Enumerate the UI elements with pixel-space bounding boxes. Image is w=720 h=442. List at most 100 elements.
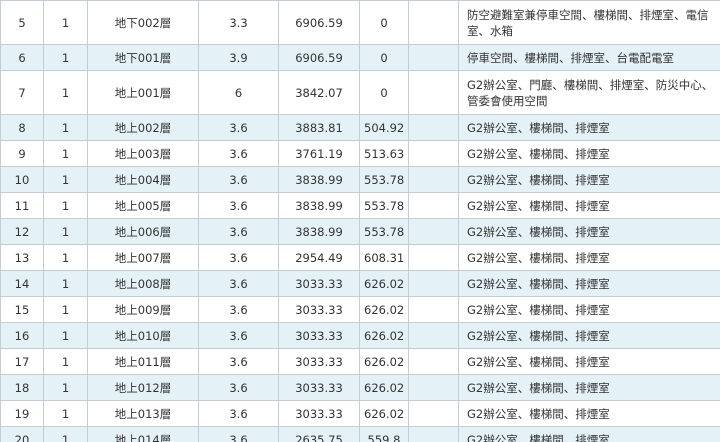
cell-floor-use: 防空避難室兼停車空間、樓梯間、排煙室、電信室、水箱 [458,0,720,45]
cell-floor-name: 地上007層 [87,244,199,271]
table-row: 11 1 地上005層 3.6 3838.99 553.78 G2辦公室、樓梯間、排煙室 [0,192,720,219]
cell-floor-number: 18 [0,374,44,401]
floor-table-viewport: 5 1 地下002層 3.3 6906.59 0 防空避難室兼停車空間、樓梯間、排煙室、電信… [0,0,720,442]
cell-extra [408,400,459,427]
cell-balcony-area: 0 [359,44,409,71]
cell-floor-name: 地上002層 [87,114,199,141]
cell-floor-name: 地上010層 [87,322,199,349]
cell-floor-height: 3.6 [198,270,279,297]
cell-floor-number: 9 [0,140,44,167]
table-row: 13 1 地上007層 3.6 2954.49 608.31 G2辦公室、樓梯間、排煙室 [0,244,720,271]
cell-balcony-area: 626.02 [359,374,409,401]
cell-building-count: 1 [43,70,88,115]
cell-floor-use: G2辦公室、樓梯間、排煙室 [458,166,720,193]
cell-building-count: 1 [43,322,88,349]
table-row: 14 1 地上008層 3.6 3033.33 626.02 G2辦公室、樓梯間、排煙室 [0,270,720,297]
cell-floor-area: 3761.19 [278,140,360,167]
table-row: 8 1 地上002層 3.6 3883.81 504.92 G2辦公室、樓梯間、排煙室 [0,114,720,141]
table-row: 9 1 地上003層 3.6 3761.19 513.63 G2辦公室、樓梯間、排煙室 [0,140,720,167]
table-row: 19 1 地上013層 3.6 3033.33 626.02 G2辦公室、樓梯間、排煙室 [0,400,720,427]
cell-floor-name: 地下001層 [87,44,199,71]
cell-extra [408,322,459,349]
table-row: 7 1 地上001層 6 3842.07 0 G2辦公室、門廳、樓梯間、排煙室、防災中心、管… [0,70,720,115]
cell-floor-area: 3838.99 [278,218,360,245]
cell-floor-number: 17 [0,348,44,375]
cell-floor-number: 16 [0,322,44,349]
cell-floor-area: 3033.33 [278,270,360,297]
cell-floor-height: 3.9 [198,44,279,71]
table-row: 16 1 地上010層 3.6 3033.33 626.02 G2辦公室、樓梯間、排煙室 [0,322,720,349]
cell-floor-use: G2辦公室、門廳、樓梯間、排煙室、防災中心、管委會使用空間 [458,70,720,115]
cell-balcony-area: 608.31 [359,244,409,271]
cell-floor-number: 12 [0,218,44,245]
cell-floor-use: G2辦公室、樓梯間、排煙室 [458,322,720,349]
cell-extra [408,192,459,219]
cell-floor-use: G2辦公室、樓梯間、排煙室 [458,426,720,442]
cell-floor-area: 2635.75 [278,426,360,442]
cell-extra [408,70,459,115]
cell-floor-use: G2辦公室、樓梯間、排煙室 [458,140,720,167]
cell-balcony-area: 0 [359,0,409,45]
cell-floor-area: 6906.59 [278,0,360,45]
cell-floor-number: 6 [0,44,44,71]
cell-floor-number: 13 [0,244,44,271]
cell-floor-name: 地上013層 [87,400,199,427]
floor-table-body: 5 1 地下002層 3.3 6906.59 0 防空避難室兼停車空間、樓梯間、排煙室、電信… [0,0,720,442]
cell-floor-name: 地上014層 [87,426,199,442]
cell-floor-use: G2辦公室、樓梯間、排煙室 [458,400,720,427]
cell-floor-height: 3.6 [198,166,279,193]
cell-building-count: 1 [43,114,88,141]
cell-floor-height: 3.6 [198,348,279,375]
cell-floor-number: 10 [0,166,44,193]
cell-balcony-area: 504.92 [359,114,409,141]
cell-extra [408,114,459,141]
cell-floor-name: 地上006層 [87,218,199,245]
cell-building-count: 1 [43,400,88,427]
table-row: 10 1 地上004層 3.6 3838.99 553.78 G2辦公室、樓梯間、排煙室 [0,166,720,193]
cell-building-count: 1 [43,374,88,401]
cell-building-count: 1 [43,0,88,45]
table-row: 6 1 地下001層 3.9 6906.59 0 停車空間、樓梯間、排煙室、台電配電室 [0,44,720,71]
cell-floor-name: 地下002層 [87,0,199,45]
cell-floor-height: 3.6 [198,192,279,219]
cell-building-count: 1 [43,296,88,323]
cell-balcony-area: 559.8 [359,426,409,442]
cell-floor-number: 11 [0,192,44,219]
cell-floor-number: 14 [0,270,44,297]
cell-floor-height: 3.6 [198,322,279,349]
cell-extra [408,140,459,167]
cell-balcony-area: 626.02 [359,322,409,349]
cell-building-count: 1 [43,218,88,245]
cell-building-count: 1 [43,426,88,442]
table-row: 12 1 地上006層 3.6 3838.99 553.78 G2辦公室、樓梯間、排煙室 [0,218,720,245]
cell-floor-area: 3033.33 [278,348,360,375]
cell-building-count: 1 [43,270,88,297]
cell-extra [408,296,459,323]
cell-floor-area: 3838.99 [278,166,360,193]
table-row: 15 1 地上009層 3.6 3033.33 626.02 G2辦公室、樓梯間、排煙室 [0,296,720,323]
cell-floor-number: 7 [0,70,44,115]
cell-floor-height: 6 [198,70,279,115]
cell-floor-number: 8 [0,114,44,141]
cell-building-count: 1 [43,192,88,219]
cell-floor-area: 3033.33 [278,322,360,349]
cell-extra [408,244,459,271]
cell-floor-use: G2辦公室、樓梯間、排煙室 [458,296,720,323]
cell-floor-use: G2辦公室、樓梯間、排煙室 [458,218,720,245]
cell-building-count: 1 [43,244,88,271]
cell-extra [408,348,459,375]
cell-extra [408,218,459,245]
cell-floor-height: 3.6 [198,114,279,141]
cell-floor-use: 停車空間、樓梯間、排煙室、台電配電室 [458,44,720,71]
cell-floor-use: G2辦公室、樓梯間、排煙室 [458,192,720,219]
cell-floor-name: 地上011層 [87,348,199,375]
cell-floor-height: 3.3 [198,0,279,45]
table-row: 17 1 地上011層 3.6 3033.33 626.02 G2辦公室、樓梯間、排煙室 [0,348,720,375]
table-row: 18 1 地上012層 3.6 3033.33 626.02 G2辦公室、樓梯間、排煙室 [0,374,720,401]
cell-balcony-area: 626.02 [359,348,409,375]
cell-floor-height: 3.6 [198,140,279,167]
cell-balcony-area: 0 [359,70,409,115]
cell-floor-height: 3.6 [198,426,279,442]
cell-building-count: 1 [43,348,88,375]
cell-floor-area: 3033.33 [278,296,360,323]
